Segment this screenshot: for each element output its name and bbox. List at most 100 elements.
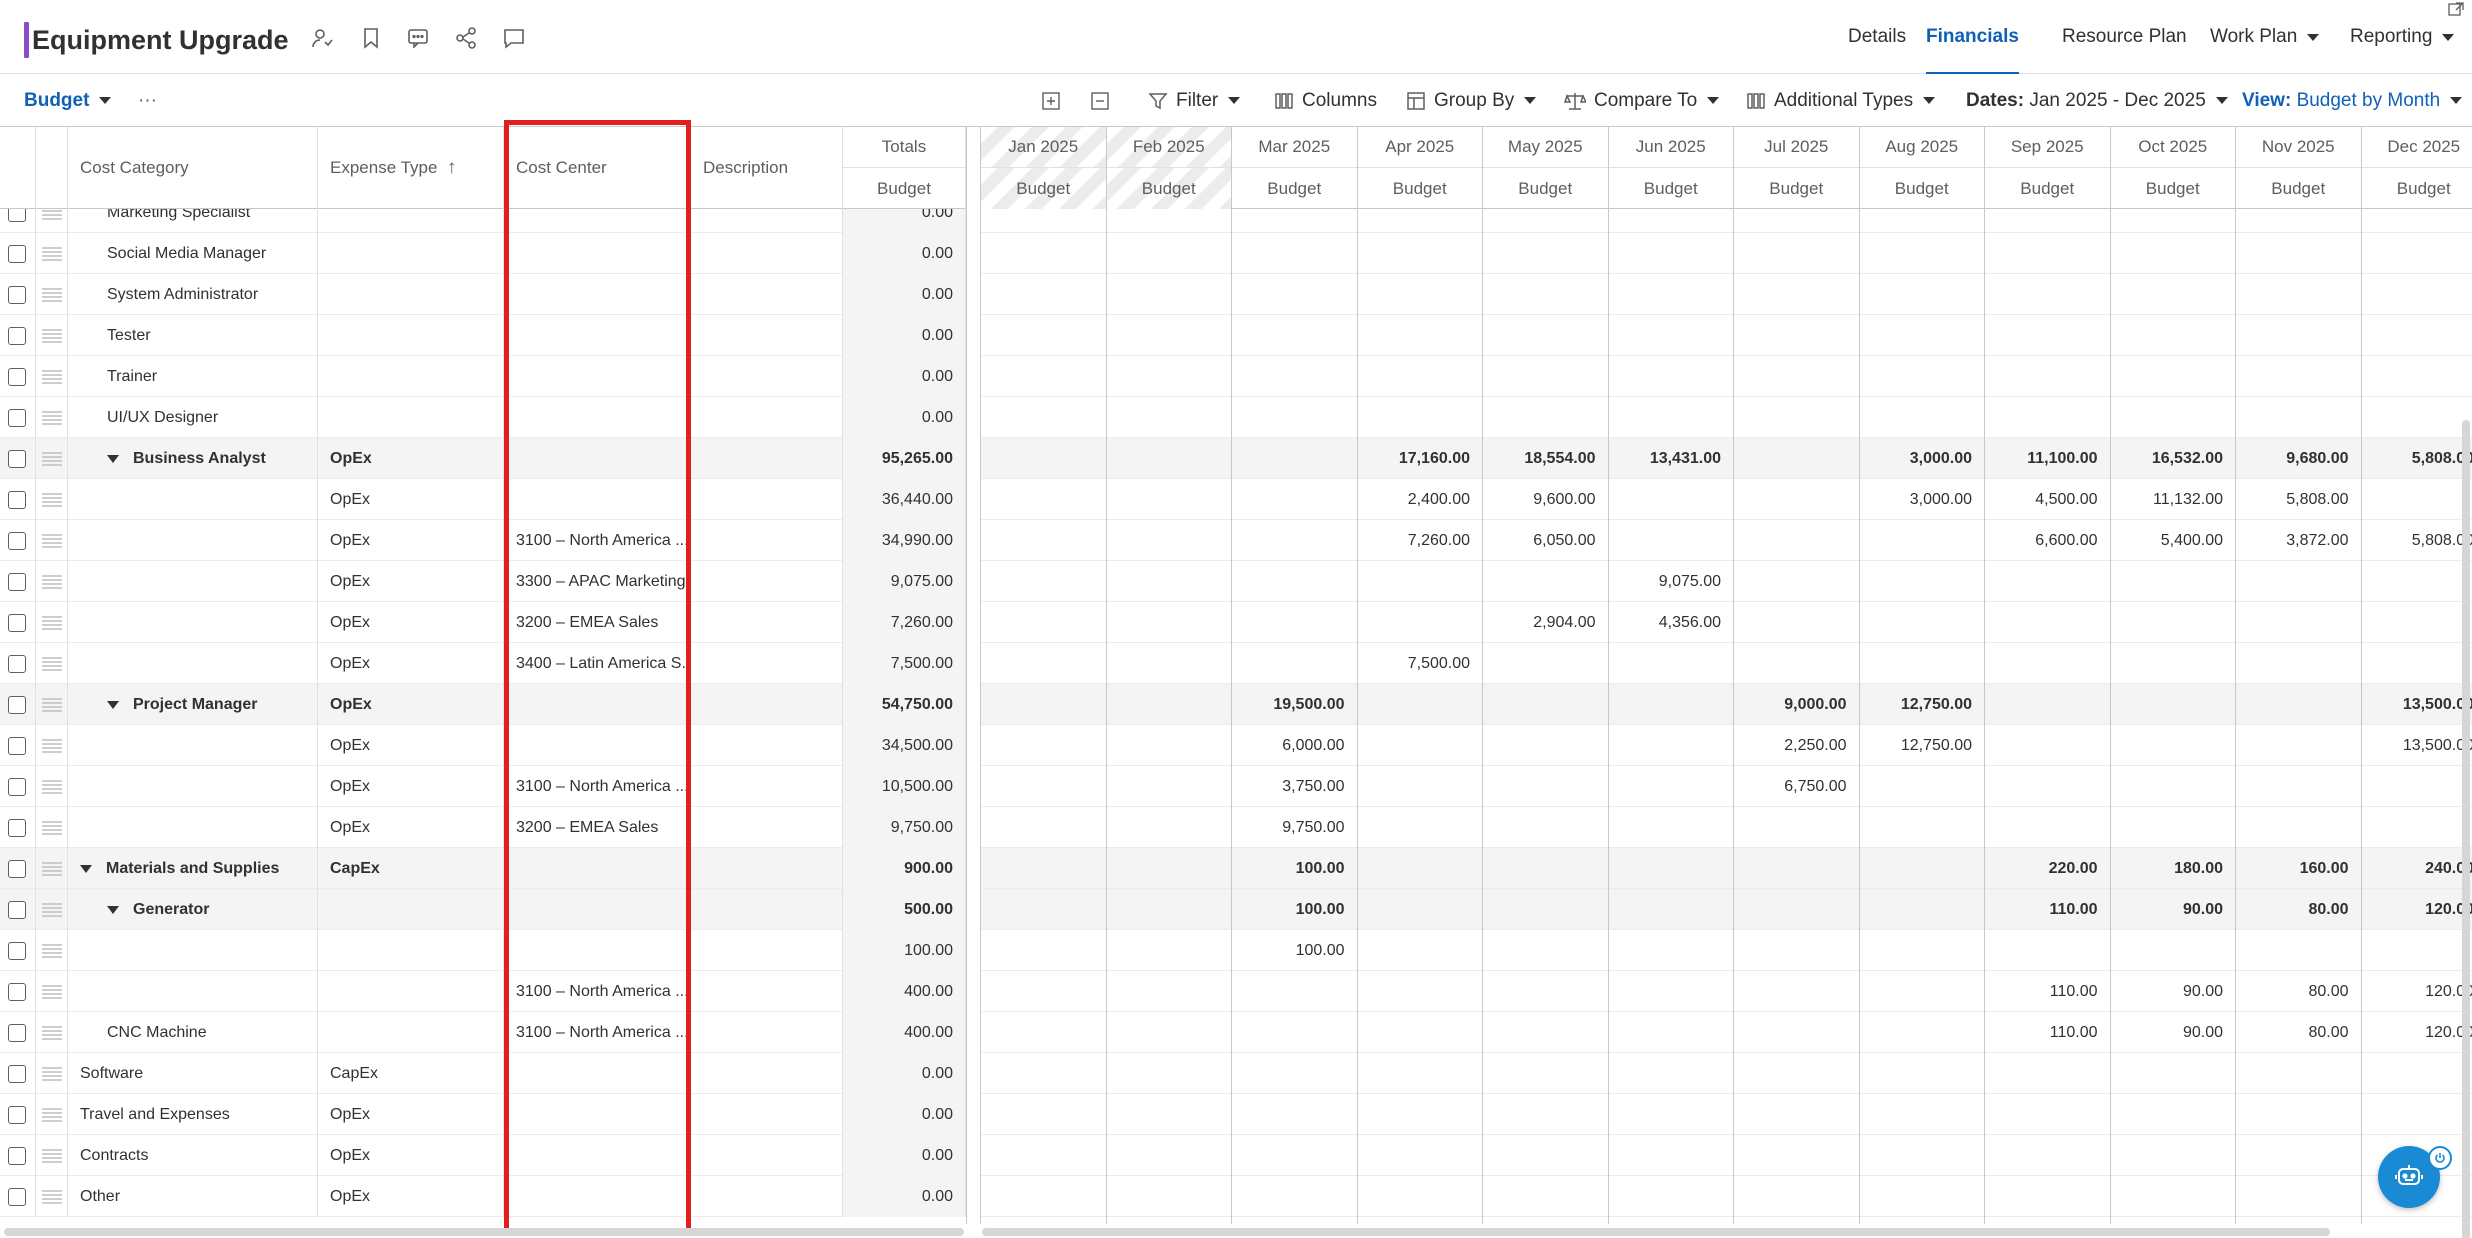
- description-cell[interactable]: [691, 1176, 843, 1217]
- month-budget-cell[interactable]: [981, 274, 1107, 315]
- month-budget-cell[interactable]: [1107, 479, 1232, 520]
- expense-type-cell[interactable]: OpEx: [318, 807, 504, 848]
- month-budget-cell[interactable]: [1734, 561, 1860, 602]
- month-budget-cell[interactable]: 16,532.00: [2111, 438, 2236, 479]
- month-budget-cell[interactable]: [1107, 397, 1232, 438]
- vertical-scrollbar[interactable]: [2462, 420, 2470, 1238]
- cost-center-cell[interactable]: [504, 684, 691, 725]
- drag-handle-icon[interactable]: [42, 738, 62, 753]
- month-budget-cell[interactable]: [1483, 1053, 1609, 1094]
- month-header[interactable]: May 2025 Budget: [1483, 127, 1609, 209]
- month-header[interactable]: Oct 2025 Budget: [2110, 127, 2236, 209]
- row-checkbox[interactable]: [8, 654, 26, 673]
- expense-type-cell[interactable]: CapEx: [318, 1053, 504, 1094]
- month-budget-cell[interactable]: [1734, 233, 1860, 274]
- group-row[interactable]: Materials and Supplies CapEx 900.00: [0, 848, 966, 889]
- month-budget-cell[interactable]: [1483, 1176, 1609, 1217]
- row-checkbox[interactable]: [8, 695, 26, 714]
- month-budget-cell[interactable]: [1860, 971, 1985, 1012]
- month-budget-cell[interactable]: [1107, 848, 1232, 889]
- expense-type-cell[interactable]: [318, 971, 504, 1012]
- cost-center-cell[interactable]: [504, 438, 691, 479]
- month-budget-cell[interactable]: [1358, 725, 1483, 766]
- table-row[interactable]: Travel and Expenses OpEx 0.00: [0, 1094, 966, 1135]
- description-cell[interactable]: [691, 356, 843, 397]
- month-budget-cell[interactable]: [2362, 356, 2472, 397]
- month-budget-cell[interactable]: 3,000.00: [1860, 438, 1985, 479]
- month-budget-cell[interactable]: 80.00: [2236, 1012, 2362, 1053]
- month-budget-cell[interactable]: [2111, 1135, 2236, 1176]
- month-budget-cell[interactable]: [1609, 1012, 1734, 1053]
- month-budget-cell[interactable]: [2236, 725, 2362, 766]
- description-cell[interactable]: [691, 1012, 843, 1053]
- cost-center-cell[interactable]: [504, 274, 691, 315]
- month-budget-cell[interactable]: [1483, 561, 1609, 602]
- row-checkbox[interactable]: [8, 326, 26, 345]
- drag-handle-icon[interactable]: [42, 492, 62, 507]
- group-row[interactable]: Project Manager OpEx 54,750.00: [0, 684, 966, 725]
- month-header[interactable]: Jun 2025 Budget: [1608, 127, 1734, 209]
- description-cell[interactable]: [691, 684, 843, 725]
- group-row[interactable]: Business Analyst OpEx 95,265.00: [0, 438, 966, 479]
- month-budget-cell[interactable]: [2236, 233, 2362, 274]
- cost-center-cell[interactable]: [504, 397, 691, 438]
- month-budget-cell[interactable]: 6,000.00: [1232, 725, 1358, 766]
- month-budget-cell[interactable]: [1483, 971, 1609, 1012]
- row-checkbox[interactable]: [8, 572, 26, 591]
- month-budget-cell[interactable]: [1860, 315, 1985, 356]
- assign-user-icon[interactable]: [308, 24, 336, 52]
- month-budget-cell[interactable]: [2236, 930, 2362, 971]
- month-budget-cell[interactable]: [1232, 1053, 1358, 1094]
- row-checkbox[interactable]: [8, 818, 26, 837]
- month-budget-cell[interactable]: [1609, 848, 1734, 889]
- description-cell[interactable]: [691, 397, 843, 438]
- cost-center-cell[interactable]: 3100 – North America ...: [504, 1012, 691, 1053]
- description-cell[interactable]: [691, 561, 843, 602]
- month-budget-cell[interactable]: [1107, 1094, 1232, 1135]
- month-budget-cell[interactable]: [1107, 643, 1232, 684]
- month-budget-cell[interactable]: [2362, 1094, 2472, 1135]
- month-budget-cell[interactable]: [981, 848, 1107, 889]
- month-header[interactable]: Mar 2025 Budget: [1232, 127, 1358, 209]
- month-budget-cell[interactable]: [1734, 397, 1860, 438]
- month-budget-cell[interactable]: [1483, 315, 1609, 356]
- cost-center-cell[interactable]: [504, 1094, 691, 1135]
- month-budget-cell[interactable]: [981, 561, 1107, 602]
- month-header[interactable]: Sep 2025 Budget: [1985, 127, 2111, 209]
- month-budget-cell[interactable]: [1483, 356, 1609, 397]
- month-budget-cell[interactable]: [1609, 1094, 1734, 1135]
- month-budget-cell[interactable]: [2362, 561, 2472, 602]
- month-budget-cell[interactable]: [2111, 766, 2236, 807]
- month-budget-cell[interactable]: [1734, 1053, 1860, 1094]
- month-budget-cell[interactable]: 4,356.00: [1609, 602, 1734, 643]
- month-budget-cell[interactable]: [981, 807, 1107, 848]
- month-budget-cell[interactable]: 80.00: [2236, 889, 2362, 930]
- month-budget-cell[interactable]: [1860, 1012, 1985, 1053]
- month-budget-cell[interactable]: [1107, 930, 1232, 971]
- row-checkbox[interactable]: [8, 1105, 26, 1124]
- month-budget-cell[interactable]: [1609, 397, 1734, 438]
- month-budget-cell[interactable]: [1358, 233, 1483, 274]
- month-budget-cell[interactable]: [1734, 971, 1860, 1012]
- cost-center-cell[interactable]: [504, 1053, 691, 1094]
- compare-to-button[interactable]: Compare To: [1564, 74, 1720, 127]
- month-budget-cell[interactable]: 13,431.00: [1609, 438, 1734, 479]
- expense-type-cell[interactable]: OpEx: [318, 479, 504, 520]
- table-row[interactable]: OpEx 3100 – North America ... 10,500.00: [0, 766, 966, 807]
- month-budget-cell[interactable]: [1985, 233, 2111, 274]
- month-budget-cell[interactable]: [1232, 356, 1358, 397]
- month-budget-cell[interactable]: [1107, 1012, 1232, 1053]
- month-budget-cell[interactable]: [2111, 1094, 2236, 1135]
- month-budget-cell[interactable]: [1358, 315, 1483, 356]
- month-budget-cell[interactable]: [2362, 479, 2472, 520]
- cost-center-cell[interactable]: 3300 – APAC Marketing: [504, 561, 691, 602]
- month-budget-cell[interactable]: [1232, 1135, 1358, 1176]
- month-budget-cell[interactable]: [1609, 356, 1734, 397]
- month-header[interactable]: Feb 2025 Budget: [1106, 127, 1232, 209]
- description-cell[interactable]: [691, 807, 843, 848]
- row-checkbox[interactable]: [8, 1146, 26, 1165]
- month-budget-cell[interactable]: [1734, 438, 1860, 479]
- cost-center-cell[interactable]: [504, 1176, 691, 1217]
- month-budget-cell[interactable]: [1985, 1176, 2111, 1217]
- month-budget-cell[interactable]: [981, 930, 1107, 971]
